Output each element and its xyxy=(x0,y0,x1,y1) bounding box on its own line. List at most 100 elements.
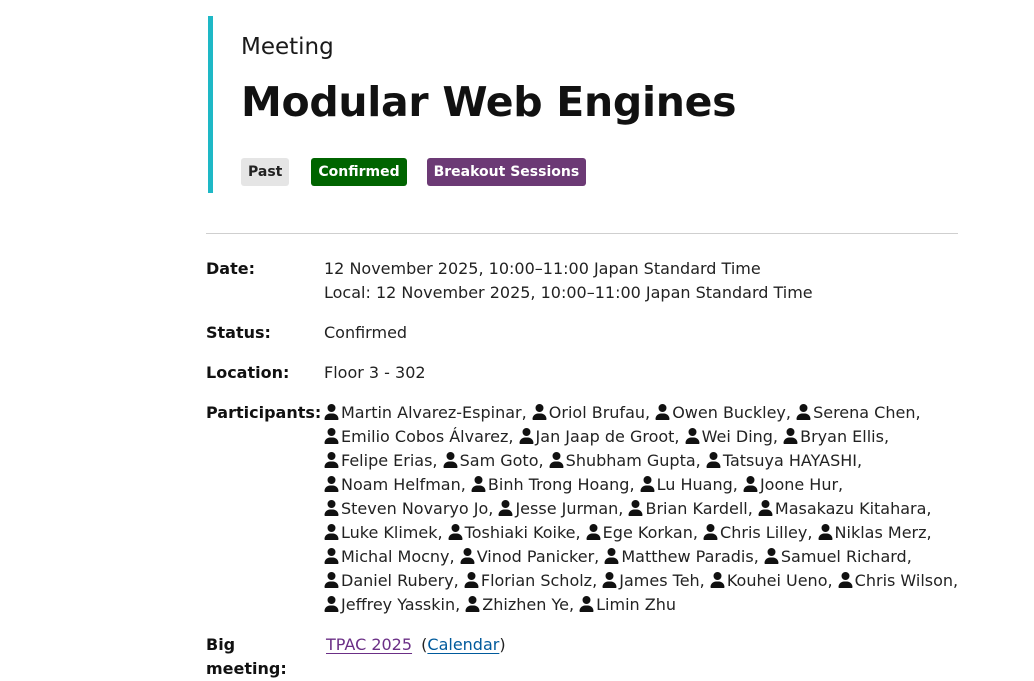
meeting-page: Meeting Modular Web Engines Past Confirm… xyxy=(206,0,958,678)
person-icon xyxy=(818,524,833,540)
participant-name: Vinod Panicker, xyxy=(476,547,600,566)
big-meeting-label: Big meeting: xyxy=(206,635,287,678)
person-icon xyxy=(549,452,564,468)
participant-name: Chris Lilley, xyxy=(720,523,813,542)
participant-name: Kouhei Ueno, xyxy=(726,571,833,590)
person-icon xyxy=(710,572,725,588)
participant: Chris Wilson, xyxy=(838,571,958,590)
participant-name: Zhizhen Ye, xyxy=(482,595,575,614)
participant-name: Bryan Ellis, xyxy=(800,427,890,446)
page-title: Modular Web Engines xyxy=(241,78,737,126)
participant: Emilio Cobos Álvarez, xyxy=(324,427,513,446)
participant-name: Toshiaki Koike, xyxy=(464,523,581,542)
tpac-link[interactable]: TPAC 2025 xyxy=(326,635,412,654)
participant-name: Masakazu Kitahara, xyxy=(774,499,932,518)
participant-name: Noam Helfman, xyxy=(341,475,466,494)
participant: Zhizhen Ye, xyxy=(465,595,574,614)
person-icon xyxy=(579,596,594,612)
person-icon xyxy=(324,548,339,564)
participant: Kouhei Ueno, xyxy=(710,571,833,590)
participant-line: Daniel Rubery, Florian Scholz, James Teh… xyxy=(324,569,958,593)
participant-name: Ege Korkan, xyxy=(602,523,698,542)
participant: Limin Zhu xyxy=(579,595,676,614)
person-icon xyxy=(471,476,486,492)
participants-label: Participants: xyxy=(206,403,322,422)
person-icon xyxy=(460,548,475,564)
breakout-sessions-badge: Breakout Sessions xyxy=(426,158,587,186)
participant-name: Jeffrey Yasskin, xyxy=(341,595,461,614)
person-icon xyxy=(324,524,339,540)
participant-name: Sam Goto, xyxy=(459,451,544,470)
person-icon xyxy=(628,500,643,516)
participant-name: Florian Scholz, xyxy=(480,571,598,590)
participant: Noam Helfman, xyxy=(324,475,466,494)
status-value: Confirmed xyxy=(324,323,408,342)
person-icon xyxy=(498,500,513,516)
participant: Felipe Erias, xyxy=(324,451,438,470)
participant-line: Luke Klimek, Toshiaki Koike, Ege Korkan,… xyxy=(324,521,954,545)
status-label: Status: xyxy=(206,323,271,342)
page-kicker: Meeting xyxy=(241,34,334,60)
participant-name: Steven Novaryo Jo, xyxy=(341,499,494,518)
participant: Martin Alvarez-Espinar, xyxy=(324,403,527,422)
person-icon xyxy=(783,428,798,444)
tag-list: Past Confirmed Breakout Sessions xyxy=(241,158,608,186)
participant: Steven Novaryo Jo, xyxy=(324,499,493,518)
person-icon xyxy=(324,428,339,444)
participant-line: Noam Helfman, Binh Trong Hoang, Lu Huang… xyxy=(324,473,954,497)
person-icon xyxy=(640,476,655,492)
person-icon xyxy=(796,404,811,420)
participant: Wei Ding, xyxy=(685,427,778,446)
participant-name: Niklas Merz, xyxy=(834,523,932,542)
participant-name: Samuel Richard, xyxy=(780,547,912,566)
person-icon xyxy=(324,476,339,492)
person-icon xyxy=(464,572,479,588)
participant: Joone Hur, xyxy=(743,475,843,494)
location-label: Location: xyxy=(206,363,290,382)
person-icon xyxy=(758,500,773,516)
participant-name: Jan Jaap de Groot, xyxy=(535,427,680,446)
participant: Matthew Paradis, xyxy=(604,547,759,566)
location-value: Floor 3 - 302 xyxy=(324,363,426,382)
person-icon xyxy=(532,404,547,420)
participant-name: Serena Chen, xyxy=(813,403,921,422)
participants-list: Martin Alvarez-Espinar, Oriol Brufau, Ow… xyxy=(324,401,958,617)
big-meeting-value: TPAC 2025 (Calendar) xyxy=(326,633,956,657)
participant: Jeffrey Yasskin, xyxy=(324,595,460,614)
participant-name: Shubham Gupta, xyxy=(565,451,701,470)
participant: Jan Jaap de Groot, xyxy=(519,427,680,446)
participant: Lu Huang, xyxy=(640,475,738,494)
participant-name: Felipe Erias, xyxy=(341,451,438,470)
person-icon xyxy=(324,596,339,612)
participant: Serena Chen, xyxy=(796,403,921,422)
participant-line: Felipe Erias, Sam Goto, Shubham Gupta, T… xyxy=(324,449,954,473)
person-icon xyxy=(519,428,534,444)
participant-name: James Teh, xyxy=(619,571,705,590)
participant: Jesse Jurman, xyxy=(498,499,623,518)
participant-name: Martin Alvarez-Espinar, xyxy=(341,403,527,422)
participant: Luke Klimek, xyxy=(324,523,443,542)
participant: Shubham Gupta, xyxy=(549,451,701,470)
person-icon xyxy=(655,404,670,420)
person-icon xyxy=(465,596,480,612)
participant: Sam Goto, xyxy=(443,451,544,470)
participant: Bryan Ellis, xyxy=(783,427,889,446)
participant: Daniel Rubery, xyxy=(324,571,459,590)
local-date-line: Local: 12 November 2025, 10:00–11:00 Jap… xyxy=(324,283,813,302)
participant: Toshiaki Koike, xyxy=(448,523,581,542)
participant-name: Michal Mocny, xyxy=(341,547,455,566)
participant-name: Luke Klimek, xyxy=(341,523,443,542)
participant: Owen Buckley, xyxy=(655,403,791,422)
participant-name: Jesse Jurman, xyxy=(515,499,624,518)
person-icon xyxy=(324,452,339,468)
person-icon xyxy=(602,572,617,588)
paren-close: ) xyxy=(499,635,506,654)
person-icon xyxy=(743,476,758,492)
person-icon xyxy=(706,452,721,468)
person-icon xyxy=(324,572,339,588)
calendar-link[interactable]: Calendar xyxy=(427,635,499,654)
participant-name: Tatsuya HAYASHI, xyxy=(722,451,863,470)
person-icon xyxy=(324,500,339,516)
participant-line: Martin Alvarez-Espinar, Oriol Brufau, Ow… xyxy=(324,401,954,425)
participant: Masakazu Kitahara, xyxy=(758,499,932,518)
